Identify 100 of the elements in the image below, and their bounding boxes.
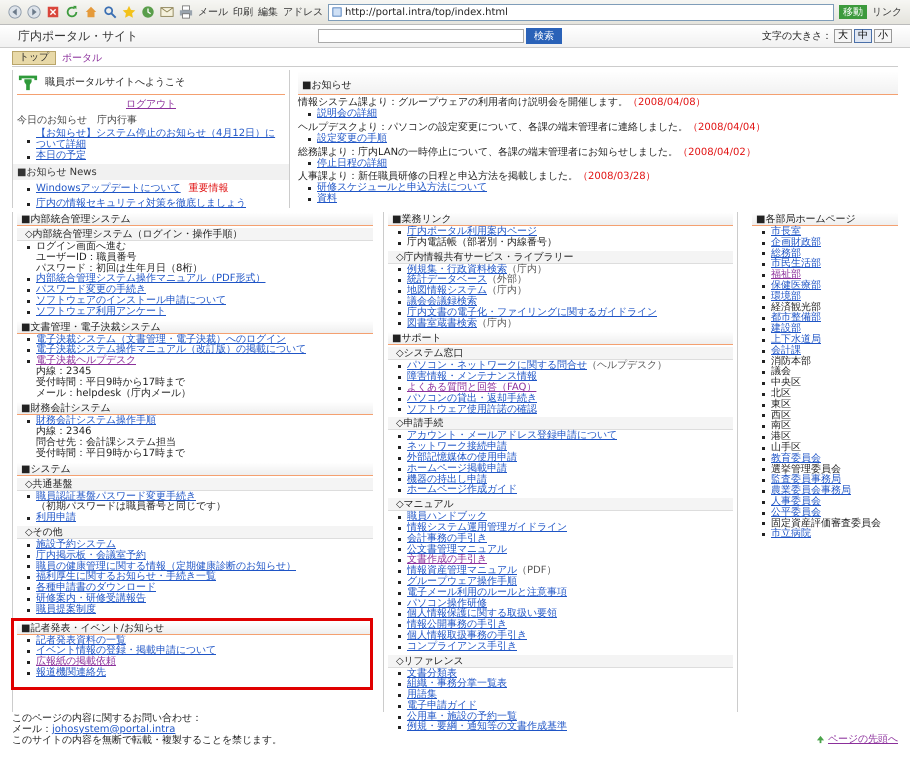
font-size-button[interactable]: 小	[874, 29, 892, 43]
home-icon[interactable]	[84, 5, 98, 19]
menu-link[interactable]: 公平委員会	[771, 508, 821, 519]
menu-link[interactable]: 市長室	[771, 227, 801, 238]
menu-link[interactable]: ネットワーク接続申請	[407, 442, 507, 453]
go-button[interactable]: 移動	[839, 5, 867, 19]
menu-link[interactable]: 議会会議録検索	[407, 296, 477, 308]
menu-link[interactable]: 図書室蔵書検索	[407, 318, 477, 330]
menu-link[interactable]: 機器の持出し申請	[407, 474, 487, 486]
menu-link[interactable]: 庁内掲示板・会議室予約	[36, 550, 146, 562]
menu-link[interactable]: 職員ハンドブック	[407, 512, 487, 523]
menu-link[interactable]: 外部記憶媒体の使用申請	[407, 452, 517, 464]
news-link[interactable]: 庁内の情報セキュリティ対策を徹底しましょう	[36, 199, 246, 210]
detail-text: 問合せ先：会計課システム担当	[35, 438, 177, 448]
menu-link[interactable]: 職員の健康管理に関する情報（定期健康診断のお知らせ）	[36, 562, 296, 572]
menu-link[interactable]: 記者発表資料の一覧	[36, 636, 126, 646]
refresh-icon[interactable]	[65, 5, 79, 19]
bullet-icon	[27, 203, 30, 206]
menu-link[interactable]: 例規・要綱・通知等の文書作成基準	[407, 722, 567, 734]
menu-link[interactable]: 会計事務の手引き	[407, 534, 487, 545]
detail-text: ユーザーID：職員番号	[35, 252, 138, 263]
menu-link[interactable]: 例規集・行政資料検索	[407, 264, 507, 276]
menu-link[interactable]: 市立病院	[771, 529, 811, 540]
menu-link[interactable]: 環境部	[771, 292, 801, 303]
notice-link[interactable]: 停止日程の詳細	[317, 158, 387, 170]
section-heading: ◇マニュアル	[388, 498, 733, 512]
menu-link[interactable]: ソフトウェア利用アンケート	[36, 306, 166, 318]
menu-link[interactable]: 会計課	[771, 346, 801, 357]
menu-link[interactable]: 用語集	[407, 690, 437, 701]
logout-link[interactable]: ログアウト	[126, 99, 176, 110]
menu-link[interactable]: ソフトウェアのインストール申請について	[36, 296, 226, 307]
menu-link[interactable]: 庁内ポータル利用案内ページ	[407, 227, 537, 238]
links-button[interactable]: リンク	[872, 5, 902, 19]
menu-link[interactable]: パソコン操作研修	[407, 598, 487, 610]
notice-link[interactable]: 資料	[317, 194, 337, 205]
forward-icon[interactable]	[27, 5, 41, 19]
search-button[interactable]: 検索	[526, 28, 562, 44]
menu-link[interactable]: 建設部	[771, 324, 801, 335]
search-icon[interactable]	[103, 5, 117, 19]
toolbar-button[interactable]: メール	[198, 5, 228, 19]
page-top-link[interactable]: ページの先頭へ	[828, 732, 898, 746]
menu-link[interactable]: 文書分類表	[407, 668, 457, 680]
toolbar-button[interactable]: 印刷	[233, 5, 253, 19]
font-size-button[interactable]: 中	[854, 29, 872, 43]
menu-link[interactable]: コンプライアンス手引き	[407, 642, 517, 652]
menu-link[interactable]: 障害情報・メンテナンス情報	[407, 372, 537, 383]
menu-link[interactable]: 教育委員会	[771, 454, 821, 465]
menu-link[interactable]: 電子決裁ヘルプデスク	[36, 356, 136, 367]
menu-text: 西区	[771, 410, 791, 421]
notice-link[interactable]: 設定変更の手順	[317, 134, 387, 145]
printer-icon[interactable]	[179, 5, 193, 19]
menu-link[interactable]: 広報紙の掲載依頼	[36, 657, 116, 668]
menu-link[interactable]: 農業委員会事務局	[771, 486, 851, 497]
address-field[interactable]: http://portal.intra/top/index.html	[328, 4, 834, 20]
menu-link[interactable]: 電子申請ガイド	[407, 700, 477, 712]
menu-link[interactable]: 情報システム運用管理ガイドライン	[407, 522, 567, 534]
menu-link[interactable]: 上下水道局	[771, 334, 821, 346]
bullet-icon	[762, 350, 765, 353]
menu-link[interactable]: 地図情報システム	[407, 286, 487, 297]
menu-link[interactable]: 情報公開事務の手引き	[407, 620, 507, 631]
notice-link[interactable]: 説明会の詳細	[317, 109, 377, 120]
bullet-icon	[398, 548, 401, 552]
menu-link[interactable]: 職員提案制度	[36, 604, 96, 616]
email-link[interactable]: johosystem@portal.intra	[52, 724, 176, 735]
menu-link[interactable]: 電子メール利用のルールと注意事項	[407, 588, 567, 599]
search-field[interactable]	[318, 29, 524, 43]
menu-link[interactable]: よくある質問と回答（FAQ）	[407, 382, 536, 394]
toolbar-button[interactable]: 編集	[258, 5, 278, 19]
menu-link[interactable]: パスワード変更の手続き	[36, 285, 146, 296]
back-icon[interactable]	[8, 5, 22, 19]
mail-icon[interactable]	[160, 5, 174, 19]
menu-link[interactable]: 公用車・施設の予約一覧	[407, 712, 517, 722]
menu-link[interactable]: 福祉部	[771, 270, 801, 281]
news-link[interactable]: Windowsアップデートについて	[36, 184, 181, 196]
menu-link[interactable]: ホームページ掲載申請	[407, 464, 507, 475]
menu-link[interactable]: 財務会計システム操作手順	[36, 416, 156, 428]
menu-link[interactable]: 情報資産管理マニュアル	[407, 566, 517, 577]
menu-link[interactable]: 利用申請	[36, 513, 76, 524]
menu-link[interactable]: 庁内文書の電子化・ファイリングに関するガイドライン	[407, 308, 657, 319]
menu-link[interactable]: 個人情報取扱事務の手引き	[407, 630, 527, 642]
font-size-button[interactable]: 大	[834, 29, 852, 43]
menu-link[interactable]: 総務部	[771, 248, 801, 260]
stop-icon[interactable]	[46, 5, 60, 19]
notice-link[interactable]: 【お知らせ】システム停止のお知らせ（4月12日）について詳細	[36, 129, 285, 151]
notice-link[interactable]: 本日の予定	[36, 150, 86, 162]
menu-link[interactable]: 電子決裁システム（文書管理・電子決裁）へのログイン	[36, 334, 286, 346]
menu-link[interactable]: ホームページ作成ガイド	[407, 485, 517, 496]
menu-link[interactable]: 研修案内・研修受講報告	[36, 594, 146, 605]
star-icon[interactable]	[122, 5, 136, 19]
menu-link[interactable]: 施設予約システム	[36, 540, 116, 551]
menu-link[interactable]: グループウェア操作手順	[407, 576, 517, 588]
menu-link[interactable]: 保健医療部	[771, 280, 821, 292]
clock-icon[interactable]	[141, 5, 155, 19]
menu-link[interactable]: 各種申請書のダウンロード	[36, 583, 156, 594]
menu-link[interactable]: 報道機関連絡先	[36, 668, 106, 679]
menu-link[interactable]: 人事委員会	[771, 496, 821, 508]
menu-link[interactable]: 企画財政部	[771, 238, 821, 249]
breadcrumb-home[interactable]: トップ	[12, 51, 56, 65]
menu-link[interactable]: ソフトウェア使用許諾の確認	[407, 404, 537, 416]
menu-link[interactable]: パソコンの貸出・返却手続き	[407, 394, 537, 405]
